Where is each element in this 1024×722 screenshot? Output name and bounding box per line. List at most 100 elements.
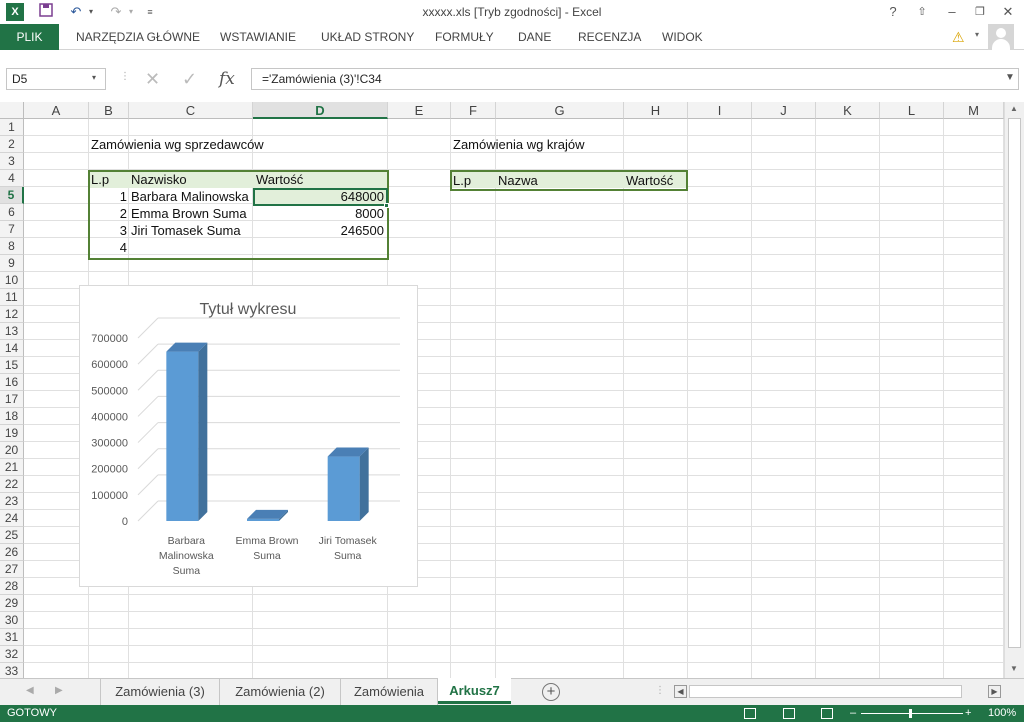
scroll-down-icon[interactable]: ▼ [1010, 664, 1018, 673]
row-header-21[interactable]: 21 [0, 459, 24, 476]
row-header-15[interactable]: 15 [0, 357, 24, 374]
tab-home[interactable]: NARZĘDZIA GŁÓWNE [76, 24, 200, 50]
row-header-26[interactable]: 26 [0, 544, 24, 561]
header-country-name[interactable]: Nazwa [496, 172, 622, 189]
column-header-i[interactable]: I [688, 102, 752, 119]
expand-formula-icon[interactable]: ▼ [1005, 72, 1015, 83]
vertical-scrollbar[interactable]: ▲ ▼ [1004, 102, 1024, 678]
title-sales-by-seller[interactable]: Zamówienia wg sprzedawców [89, 136, 289, 153]
page-layout-view-icon[interactable] [783, 708, 795, 719]
column-header-a[interactable]: A [24, 102, 89, 119]
table-row-name[interactable]: Emma Brown Suma [129, 205, 253, 222]
tab-file[interactable]: PLIK [0, 24, 59, 50]
scroll-up-icon[interactable]: ▲ [1010, 104, 1018, 113]
sheet-tab[interactable]: Zamówienia (3) [100, 679, 220, 705]
row-header-2[interactable]: 2 [0, 136, 24, 153]
tab-view[interactable]: WIDOK [662, 24, 703, 50]
table-row-name[interactable] [129, 239, 253, 256]
zoom-slider-thumb[interactable] [909, 709, 912, 718]
table-row-value[interactable] [254, 239, 386, 256]
zoom-slider[interactable] [861, 713, 963, 714]
row-header-9[interactable]: 9 [0, 255, 24, 272]
hscroll-left-icon[interactable]: ◀ [674, 685, 687, 698]
row-header-23[interactable]: 23 [0, 493, 24, 510]
table-row-lp[interactable]: 3 [89, 222, 129, 239]
close-icon[interactable]: ✕ [1000, 3, 1016, 21]
row-header-25[interactable]: 25 [0, 527, 24, 544]
horizontal-scrollbar-thumb[interactable] [689, 685, 962, 698]
header-value[interactable]: Wartość [254, 171, 388, 188]
restore-icon[interactable]: ❐ [972, 3, 988, 21]
prev-sheet-icon[interactable]: ◀ [26, 685, 34, 696]
row-header-6[interactable]: 6 [0, 204, 24, 221]
table-row-lp[interactable]: 1 [89, 188, 129, 205]
row-header-31[interactable]: 31 [0, 629, 24, 646]
minimize-icon[interactable]: – [944, 3, 960, 21]
tab-page-layout[interactable]: UKŁAD STRONY [321, 24, 414, 50]
row-header-1[interactable]: 1 [0, 119, 24, 136]
name-box-dropdown-icon[interactable]: ▾ [92, 73, 96, 82]
column-header-h[interactable]: H [624, 102, 688, 119]
row-header-4[interactable]: 4 [0, 170, 24, 187]
sheet-tab[interactable]: Zamówienia (2) [220, 679, 341, 705]
sheet-tab-active[interactable]: Arkusz7 [438, 678, 511, 704]
header-lp[interactable]: L.p [89, 171, 129, 188]
cancel-icon[interactable]: ✕ [145, 69, 160, 90]
tab-insert[interactable]: WSTAWIANIE [220, 24, 296, 50]
header-lp[interactable]: L.p [451, 172, 495, 189]
table-row-name[interactable]: Jiri Tomasek Suma [129, 222, 253, 239]
avatar[interactable] [988, 24, 1014, 50]
column-header-j[interactable]: J [752, 102, 816, 119]
row-header-12[interactable]: 12 [0, 306, 24, 323]
row-header-32[interactable]: 32 [0, 646, 24, 663]
table-row-lp[interactable]: 2 [89, 205, 129, 222]
table-row-value[interactable]: 648000 [254, 188, 386, 205]
row-header-14[interactable]: 14 [0, 340, 24, 357]
normal-view-icon[interactable] [744, 708, 756, 719]
column-header-g[interactable]: G [496, 102, 624, 119]
chart[interactable]: Tytuł wykresu 700000 600000 500000 400000 300… [79, 285, 418, 587]
enter-icon[interactable]: ✓ [182, 69, 197, 90]
account-dropdown-icon[interactable]: ▾ [975, 30, 979, 39]
column-header-e[interactable]: E [388, 102, 451, 119]
row-header-17[interactable]: 17 [0, 391, 24, 408]
ribbon-display-options-icon[interactable]: ⇧ [914, 3, 930, 21]
name-box[interactable]: D5 [6, 68, 106, 90]
header-value[interactable]: Wartość [624, 172, 687, 189]
help-icon[interactable]: ? [885, 3, 901, 21]
row-header-16[interactable]: 16 [0, 374, 24, 391]
column-header-f[interactable]: F [451, 102, 496, 119]
formula-input[interactable]: ='Zamówienia (3)'!C34 [251, 68, 1019, 90]
row-header-3[interactable]: 3 [0, 153, 24, 170]
row-header-7[interactable]: 7 [0, 221, 24, 238]
header-name[interactable]: Nazwisko [129, 171, 253, 188]
table-row-value[interactable]: 246500 [254, 222, 386, 239]
column-header-l[interactable]: L [880, 102, 944, 119]
warning-icon[interactable]: ⚠ [952, 29, 965, 46]
sheet-tab[interactable]: Zamówienia [341, 679, 438, 705]
insert-function-icon[interactable]: fx [219, 69, 235, 89]
tab-review[interactable]: RECENZJA [578, 24, 641, 50]
next-sheet-icon[interactable]: ▶ [55, 685, 63, 696]
column-header-m[interactable]: M [944, 102, 1004, 119]
column-header-k[interactable]: K [816, 102, 880, 119]
row-header-11[interactable]: 11 [0, 289, 24, 306]
row-header-22[interactable]: 22 [0, 476, 24, 493]
row-header-13[interactable]: 13 [0, 323, 24, 340]
row-header-10[interactable]: 10 [0, 272, 24, 289]
zoom-in-icon[interactable]: + [965, 705, 971, 722]
row-header-8[interactable]: 8 [0, 238, 24, 255]
tab-data[interactable]: DANE [518, 24, 551, 50]
row-header-20[interactable]: 20 [0, 442, 24, 459]
page-break-view-icon[interactable] [821, 708, 833, 719]
column-header-d[interactable]: D [253, 102, 388, 119]
row-header-27[interactable]: 27 [0, 561, 24, 578]
table-row-lp[interactable]: 4 [89, 239, 129, 256]
column-header-b[interactable]: B [89, 102, 129, 119]
select-all-corner[interactable] [0, 102, 24, 119]
title-sales-by-country[interactable]: Zamówienia wg krajów [451, 136, 651, 153]
row-header-30[interactable]: 30 [0, 612, 24, 629]
row-header-29[interactable]: 29 [0, 595, 24, 612]
zoom-out-icon[interactable]: – [850, 705, 856, 722]
table-row-name[interactable]: Barbara Malinowska [129, 188, 253, 205]
